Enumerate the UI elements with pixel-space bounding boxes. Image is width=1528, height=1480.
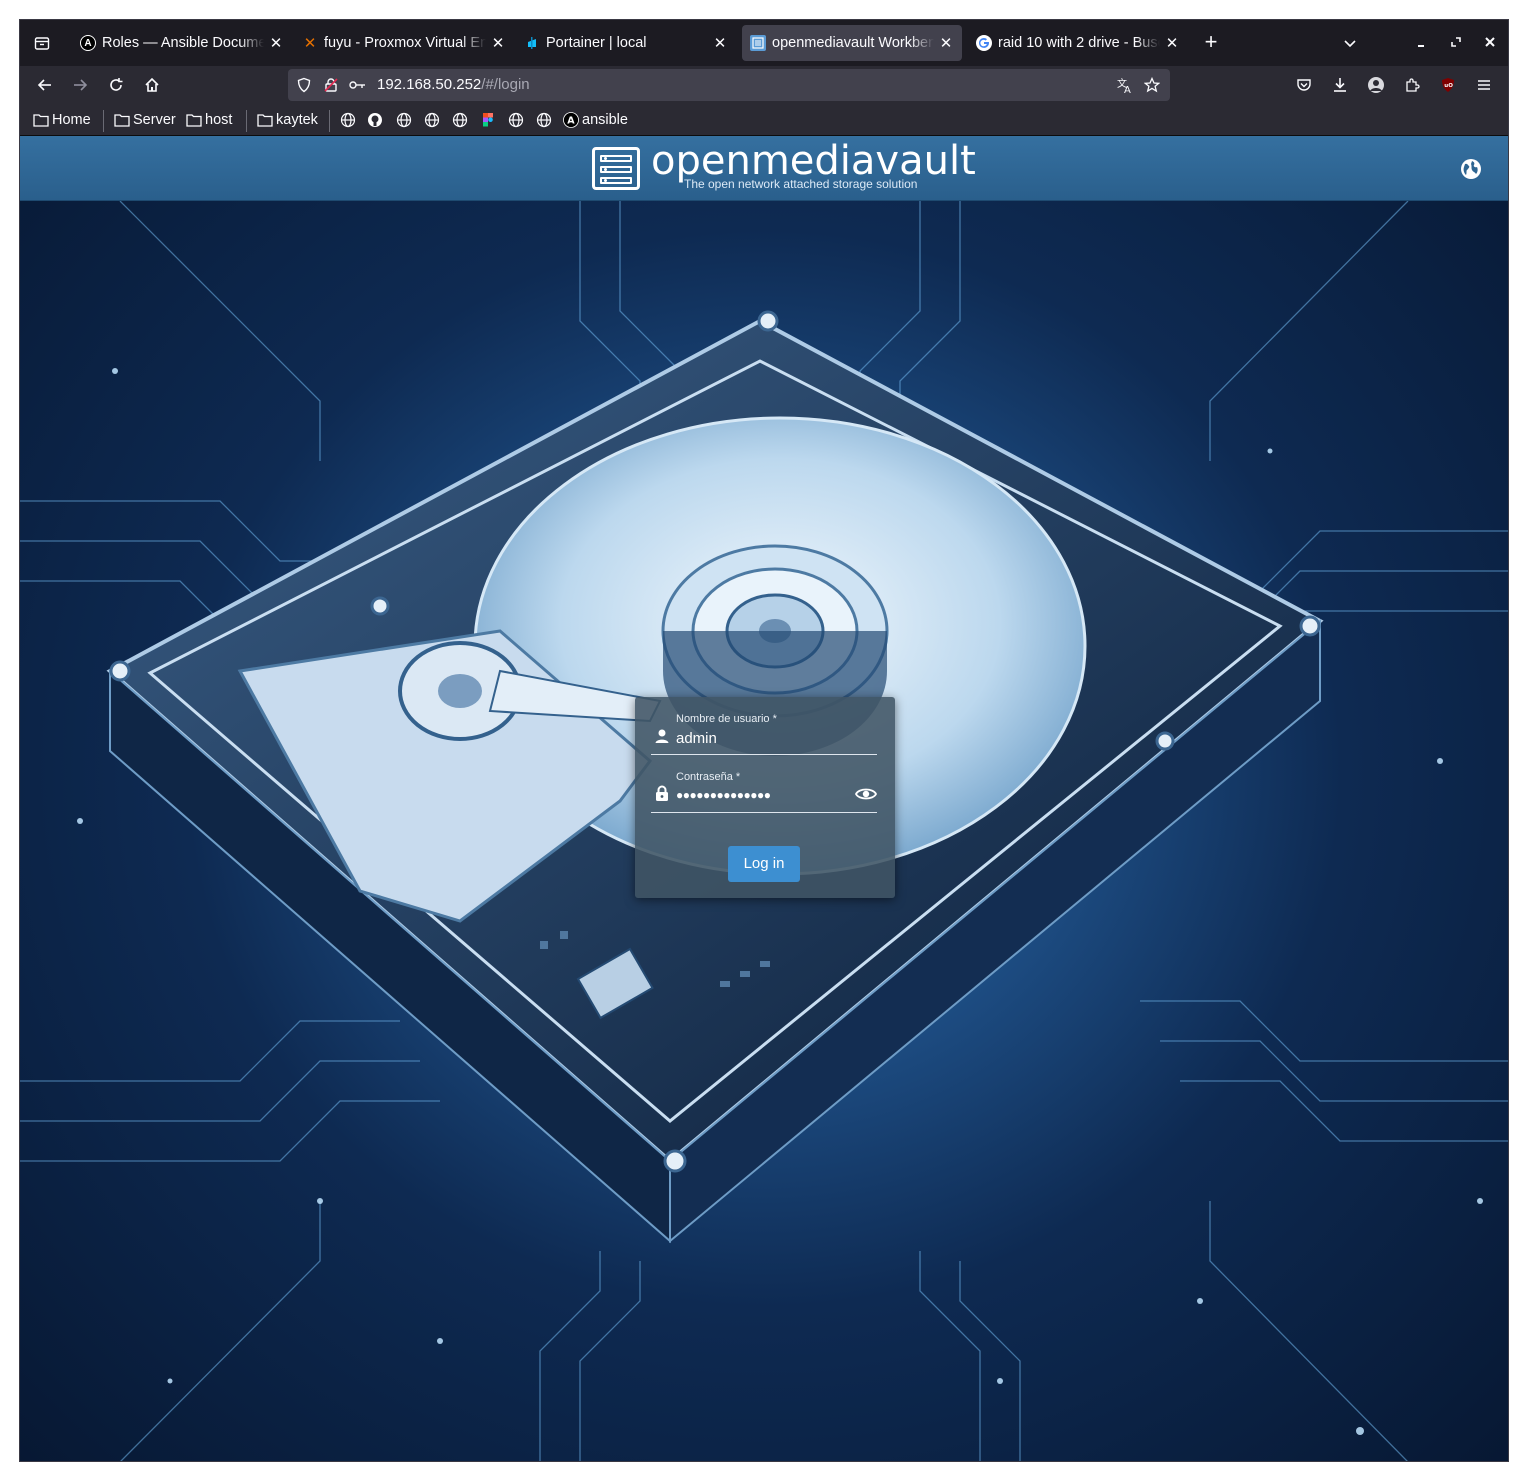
tracking-protection-shield-icon[interactable] <box>294 75 314 95</box>
bookmark-globe-icon[interactable] <box>507 111 525 129</box>
portainer-favicon-icon <box>524 35 540 51</box>
tab-label: fuyu - Proxmox Virtual Environment <box>324 35 486 51</box>
bookmark-star-icon[interactable] <box>1142 75 1162 95</box>
login-button[interactable]: Log in <box>728 846 800 882</box>
bookmark-github-icon[interactable] <box>366 111 384 129</box>
navigation-toolbar: 192.168.50.252/#/login 文A uO <box>20 66 1508 104</box>
close-window-icon[interactable] <box>1475 29 1505 57</box>
tab-strip: A Roles — Ansible Documentation ✕ ✕ fuyu… <box>20 20 1508 66</box>
ansible-icon: A <box>563 112 579 128</box>
downloads-icon[interactable] <box>1325 70 1355 100</box>
user-icon <box>653 727 671 745</box>
translate-icon[interactable]: 文A <box>1115 75 1135 95</box>
proxmox-favicon-icon: ✕ <box>303 35 317 52</box>
username-underline <box>651 754 877 755</box>
omv-favicon-icon <box>750 35 766 51</box>
bookmark-folder-server[interactable]: Server <box>114 110 176 130</box>
insecure-lock-icon[interactable] <box>321 75 341 95</box>
tab-openmediavault[interactable]: openmediavault Workbench ✕ <box>742 25 962 61</box>
svg-text:uO: uO <box>1444 83 1453 89</box>
password-input[interactable]: ●●●●●●●●●●●●●● <box>676 788 771 802</box>
lock-icon <box>653 784 671 802</box>
svg-text:A: A <box>1124 85 1131 94</box>
show-password-eye-icon[interactable] <box>854 785 878 803</box>
omv-header: openmediavault The open network attached… <box>20 136 1508 201</box>
bookmark-separator <box>246 110 247 132</box>
bookmark-globe-icon[interactable] <box>339 111 357 129</box>
bookmark-label: kaytek <box>276 112 318 128</box>
tab-label: Portainer | local <box>546 35 647 51</box>
bookmark-ansible[interactable]: A ansible <box>563 110 628 130</box>
firefox-view-icon[interactable] <box>26 27 58 59</box>
extensions-puzzle-icon[interactable] <box>1397 70 1427 100</box>
url-bar[interactable]: 192.168.50.252/#/login 文A <box>288 69 1170 101</box>
bookmark-separator <box>103 110 104 132</box>
bookmark-label: host <box>205 112 233 128</box>
close-tab-icon[interactable]: ✕ <box>490 34 506 52</box>
bookmarks-toolbar: Home Server host kaytek A ansible <box>20 104 1508 136</box>
login-dialog: Nombre de usuario * admin Contraseña * ●… <box>635 697 895 898</box>
ansible-favicon-icon: A <box>80 35 96 51</box>
tab-proxmox[interactable]: ✕ fuyu - Proxmox Virtual Environment ✕ <box>294 25 514 61</box>
tab-label: Roles — Ansible Documentation <box>102 35 264 51</box>
google-favicon-icon <box>976 35 992 51</box>
new-tab-button[interactable]: + <box>1198 29 1224 57</box>
folder-icon <box>114 114 130 127</box>
bookmark-globe-icon[interactable] <box>451 111 469 129</box>
omv-tagline: The open network attached storage soluti… <box>684 177 918 191</box>
minimize-window-icon[interactable] <box>1406 29 1436 57</box>
tab-google-search[interactable]: raid 10 with 2 drive - Buscar con Google… <box>968 25 1188 61</box>
key-icon[interactable] <box>348 75 368 95</box>
back-arrow-icon[interactable] <box>30 70 60 100</box>
password-label: Contraseña * <box>676 771 741 783</box>
language-globe-icon[interactable] <box>1460 158 1484 182</box>
ublock-origin-icon[interactable]: uO <box>1433 70 1463 100</box>
bookmark-folder-host[interactable]: host <box>186 110 232 130</box>
account-avatar-icon[interactable] <box>1361 70 1391 100</box>
tab-portainer[interactable]: Portainer | local ✕ <box>516 25 736 61</box>
bookmark-globe-icon[interactable] <box>535 111 553 129</box>
tab-label: raid 10 with 2 drive - Buscar con Google <box>998 35 1160 51</box>
tab-ansible-roles[interactable]: A Roles — Ansible Documentation ✕ <box>72 25 292 61</box>
folder-icon <box>257 114 273 127</box>
close-tab-icon[interactable]: ✕ <box>712 34 728 52</box>
close-tab-icon[interactable]: ✕ <box>1164 34 1180 52</box>
url-text[interactable]: 192.168.50.252/#/login <box>377 76 530 93</box>
bookmark-globe-icon[interactable] <box>423 111 441 129</box>
bookmark-globe-icon[interactable] <box>395 111 413 129</box>
username-label: Nombre de usuario * <box>676 713 777 725</box>
tab-label: openmediavault Workbench <box>772 35 934 51</box>
forward-arrow-icon[interactable] <box>65 70 95 100</box>
username-input[interactable]: admin <box>676 730 717 747</box>
bookmark-figma-icon[interactable] <box>479 111 497 129</box>
url-host: 192.168.50.252 <box>377 76 482 93</box>
home-icon[interactable] <box>137 70 167 100</box>
page-content: openmediavault The open network attached… <box>20 136 1508 1461</box>
bookmark-label: ansible <box>582 112 628 128</box>
bookmark-label: Server <box>133 112 176 128</box>
bookmark-separator <box>329 110 330 132</box>
url-path: /#/login <box>481 76 530 93</box>
close-tab-icon[interactable]: ✕ <box>268 34 284 52</box>
omv-logo-icon <box>592 147 640 190</box>
folder-icon <box>33 114 49 127</box>
close-tab-icon[interactable]: ✕ <box>938 34 954 52</box>
maximize-window-icon[interactable] <box>1441 29 1471 57</box>
folder-icon <box>186 114 202 127</box>
pocket-icon[interactable] <box>1289 70 1319 100</box>
svg-text:A: A <box>567 116 575 127</box>
menu-hamburger-icon[interactable] <box>1469 70 1499 100</box>
bookmark-folder-kaytek[interactable]: kaytek <box>257 110 318 130</box>
bookmark-folder-home[interactable]: Home <box>33 110 91 130</box>
reload-icon[interactable] <box>101 70 131 100</box>
password-underline <box>651 812 877 813</box>
browser-window: A Roles — Ansible Documentation ✕ ✕ fuyu… <box>19 19 1509 1462</box>
list-all-tabs-chevron-down-icon[interactable] <box>1336 29 1364 57</box>
bookmark-label: Home <box>52 112 91 128</box>
